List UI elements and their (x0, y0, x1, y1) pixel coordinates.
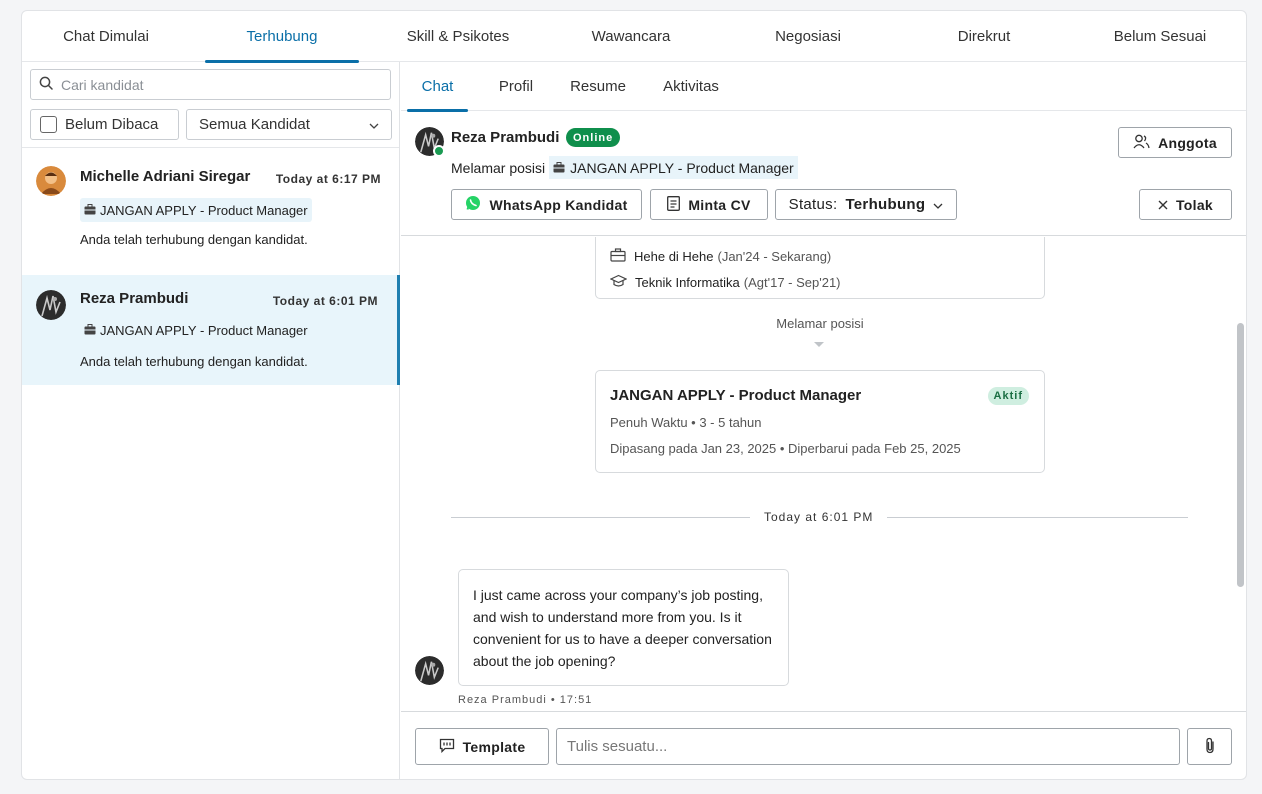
attach-button[interactable] (1187, 728, 1232, 765)
whatsapp-button-label: WhatsApp Kandidat (489, 196, 628, 213)
job-chip: JANGAN APPLY - Product Manager (80, 318, 312, 342)
message-bubble: I just came across your company’s job po… (458, 569, 789, 686)
tab-chat-dimulai[interactable]: Chat Dimulai (22, 11, 190, 62)
tab-profil[interactable]: Profil (492, 62, 540, 111)
close-icon (1158, 197, 1168, 213)
briefcase-icon (553, 160, 565, 176)
unread-checkbox[interactable] (40, 116, 57, 133)
whatsapp-button[interactable]: WhatsApp Kandidat (451, 189, 642, 220)
experience-line: Hehe di Hehe (Jan'24 - Sekarang) (610, 248, 831, 265)
chevron-down-icon (369, 116, 379, 133)
member-button-label: Anggota (1158, 134, 1217, 151)
status-badge: Aktif (987, 387, 1029, 405)
candidate-name: Michelle Adriani Siregar (80, 168, 251, 185)
stage-tabs: Chat Dimulai Terhubung Skill & Psikotes … (22, 11, 1246, 63)
job-chip: JANGAN APPLY - Product Manager (80, 198, 312, 222)
tab-wawancara[interactable]: Wawancara (547, 11, 715, 62)
reject-button-label: Tolak (1175, 196, 1214, 213)
users-icon (1133, 134, 1150, 152)
tab-negosiasi[interactable]: Negosiasi (724, 11, 892, 62)
briefcase-icon (84, 203, 96, 218)
tab-aktivitas[interactable]: Aktivitas (656, 62, 726, 111)
request-cv-label: Minta CV (688, 196, 751, 213)
candidate-filter-value: Semua Kandidat (199, 116, 310, 133)
unread-label: Belum Dibaca (65, 116, 159, 133)
job-dates: Dipasang pada Jan 23, 2025 • Diperbarui … (610, 441, 961, 456)
template-button[interactable]: Template (415, 728, 549, 765)
list-divider (22, 147, 399, 148)
paperclip-icon (1204, 737, 1216, 757)
candidate-time: Today at 6:17 PM (275, 172, 381, 186)
briefcase-icon (610, 248, 626, 265)
experience-text: Hehe di Hehe (634, 249, 714, 264)
experience-period: (Jan'24 - Sekarang) (717, 249, 832, 264)
last-message: Anda telah terhubung dengan kandidat. (80, 354, 308, 369)
job-chip-label: JANGAN APPLY - Product Manager (570, 159, 794, 176)
profile-summary-card: Hehe di Hehe (Jan'24 - Sekarang) Teknik … (595, 237, 1045, 299)
tab-resume[interactable]: Resume (563, 62, 633, 111)
caret-down-icon (814, 342, 824, 347)
status-label: Status: (788, 196, 838, 213)
detail-tabs: Chat Profil Resume Aktivitas (401, 62, 1246, 112)
online-badge: Online (566, 128, 621, 147)
graduation-cap-icon (609, 274, 628, 291)
online-indicator (433, 145, 445, 157)
status-dropdown[interactable]: Status: Terhubung (775, 189, 957, 220)
chevron-down-icon (933, 196, 943, 213)
tab-direkrut[interactable]: Direkrut (900, 11, 1068, 62)
tab-terhubung[interactable]: Terhubung (205, 11, 359, 63)
chat-area: Hehe di Hehe (Jan'24 - Sekarang) Teknik … (401, 237, 1246, 710)
applied-position: Melamar posisi JANGAN APPLY - Product Ma… (451, 156, 798, 179)
conversation-panel: Chat Profil Resume Aktivitas Reza Prambu… (401, 62, 1246, 779)
tab-belum-sesuai[interactable]: Belum Sesuai (1076, 11, 1244, 62)
member-button[interactable]: Anggota (1118, 127, 1232, 158)
job-chip-label: JANGAN APPLY - Product Manager (100, 202, 308, 218)
applied-label: Melamar posisi (451, 159, 546, 176)
education-period: (Agt'17 - Sep'21) (743, 275, 841, 290)
candidate-item[interactable]: Michelle Adriani Siregar Today at 6:17 P… (22, 153, 400, 263)
time-separator: Today at 6:01 PM (750, 510, 888, 524)
scrollbar-thumb[interactable] (1237, 323, 1244, 587)
education-text: Teknik Informatika (635, 275, 740, 290)
candidate-name: Reza Prambudi (80, 290, 189, 307)
job-chip: JANGAN APPLY - Product Manager (549, 156, 798, 179)
avatar (36, 166, 66, 196)
education-line: Teknik Informatika (Agt'17 - Sep'21) (609, 274, 841, 291)
candidate-panel: Belum Dibaca Semua Kandidat Michelle Adr… (22, 62, 400, 779)
message-template-icon (439, 738, 455, 756)
candidate-name: Reza Prambudi (451, 129, 560, 146)
job-title: JANGAN APPLY - Product Manager (610, 387, 862, 404)
search-box[interactable] (30, 69, 391, 100)
applied-label: Melamar posisi (776, 316, 864, 331)
composer: Template (401, 711, 1246, 779)
avatar (415, 656, 444, 685)
scrollbar[interactable] (1237, 237, 1246, 710)
briefcase-icon (84, 323, 96, 338)
search-icon (39, 76, 53, 93)
avatar (36, 290, 66, 320)
search-input[interactable] (61, 76, 381, 93)
status-value: Terhubung (845, 196, 926, 213)
candidate-time: Today at 6:01 PM (272, 294, 378, 308)
candidate-filter-select[interactable]: Semua Kandidat (186, 109, 392, 140)
filter-row: Belum Dibaca Semua Kandidat (30, 109, 392, 140)
job-chip-label: JANGAN APPLY - Product Manager (100, 322, 308, 338)
last-message: Anda telah terhubung dengan kandidat. (80, 232, 308, 247)
message-meta: Reza Prambudi • 17:51 (458, 694, 593, 706)
request-cv-button[interactable]: Minta CV (650, 189, 768, 220)
job-meta: Penuh Waktu • 3 - 5 tahun (610, 415, 762, 430)
candidate-item[interactable]: Reza Prambudi Today at 6:01 PM JANGAN AP… (22, 275, 400, 385)
whatsapp-icon (465, 195, 481, 214)
document-icon (667, 195, 681, 214)
unread-filter[interactable]: Belum Dibaca (30, 109, 179, 140)
message-input[interactable] (556, 728, 1180, 765)
reject-button[interactable]: Tolak (1139, 189, 1232, 220)
template-button-label: Template (462, 738, 526, 755)
job-card[interactable]: JANGAN APPLY - Product Manager Aktif Pen… (595, 370, 1045, 473)
app-frame: Chat Dimulai Terhubung Skill & Psikotes … (21, 10, 1247, 780)
tab-chat[interactable]: Chat (407, 62, 468, 112)
tab-skill-psikotes[interactable]: Skill & Psikotes (374, 11, 542, 62)
candidate-header: Reza Prambudi Online Melamar posisi JANG… (401, 112, 1246, 236)
